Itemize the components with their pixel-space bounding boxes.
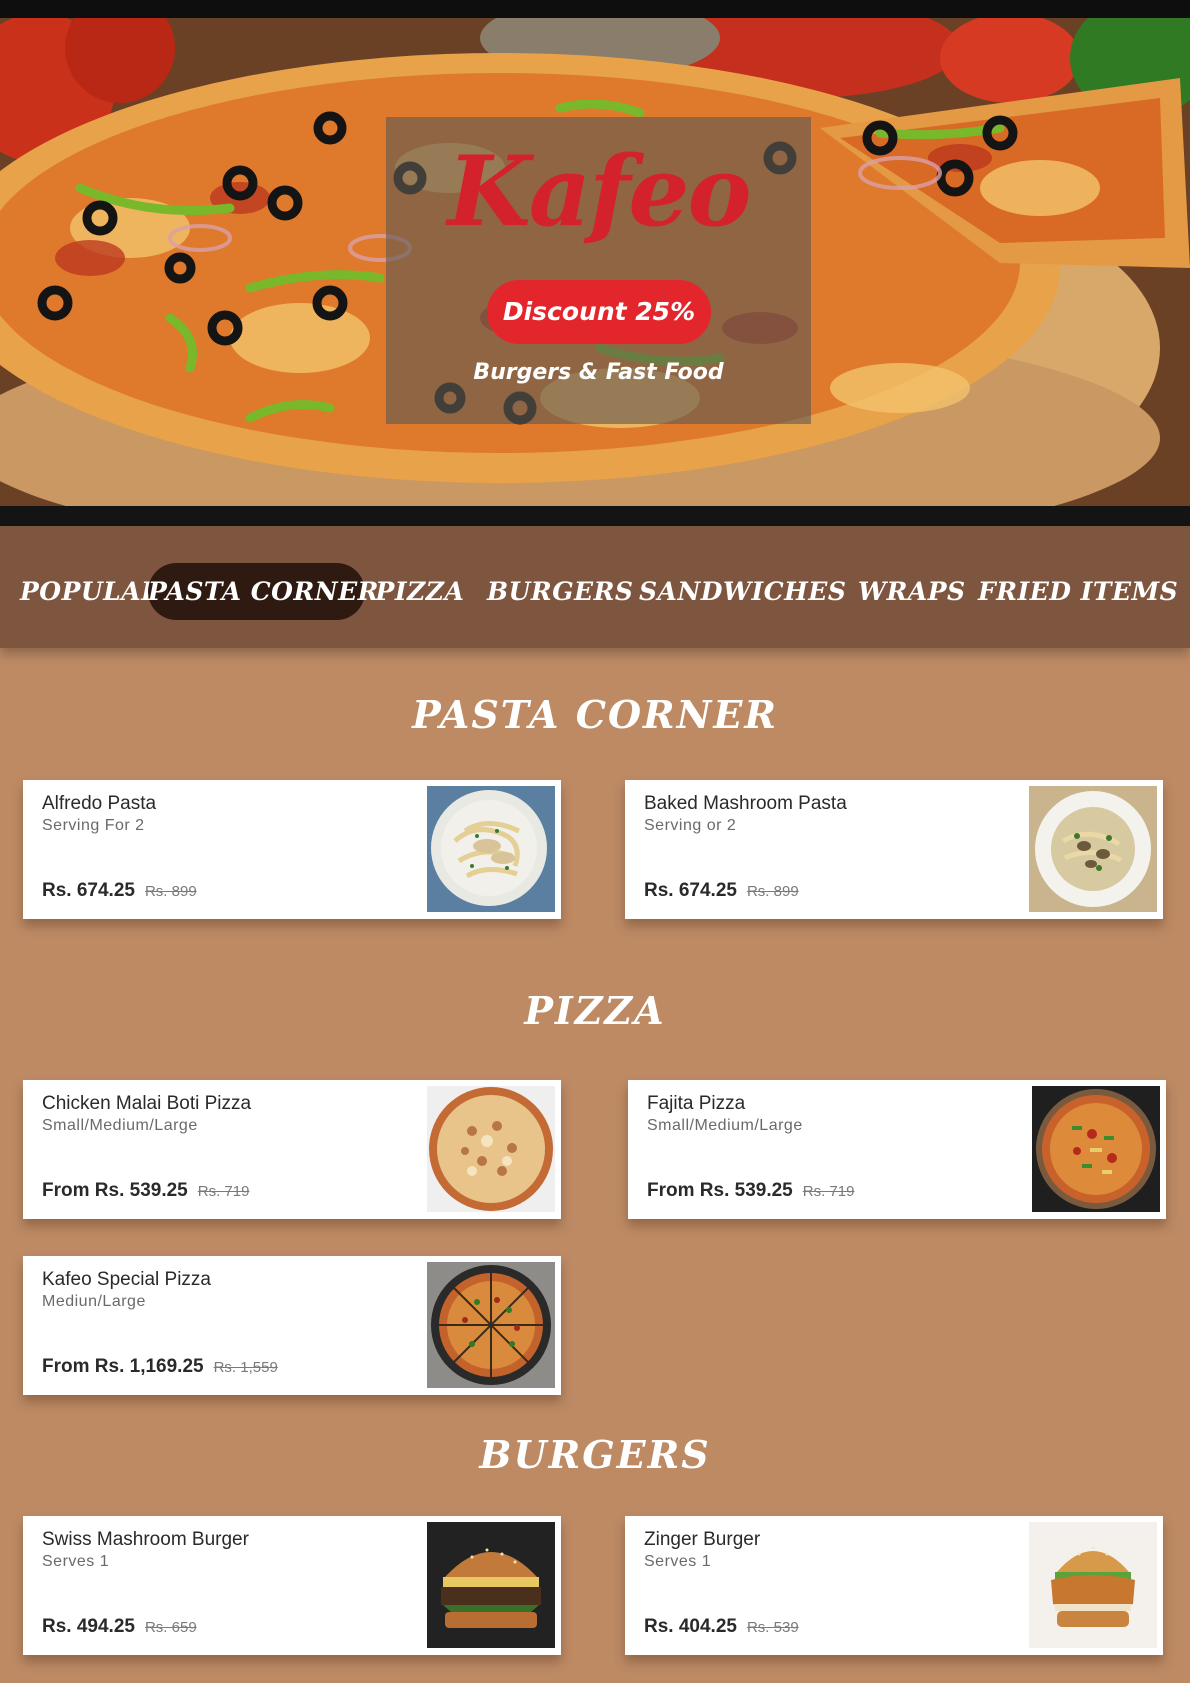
nav-tab-burgers[interactable]: BURGERS [487, 563, 633, 620]
hero-banner: Kafeo Discount 25% Burgers & Fast Food [0, 18, 1190, 506]
top-strip [0, 0, 1190, 18]
nav-tab-sandwiches[interactable]: SANDWICHES [639, 563, 846, 620]
item-current-price: Rs. 404.25 [644, 1616, 737, 1637]
item-original-price: Rs. 539 [746, 1619, 799, 1636]
item-serving: Small/Medium/Large [42, 1117, 198, 1134]
item-price: Rs. 494.25 Rs. 659 [42, 1616, 197, 1638]
item-serving: Serves 1 [644, 1553, 712, 1570]
item-name: Fajita Pizza [647, 1093, 746, 1114]
menu-item-card[interactable]: Chicken Malai Boti Pizza Small/Medium/La… [23, 1080, 561, 1219]
malai-boti-pizza-image [427, 1086, 555, 1212]
item-current-price: From Rs. 539.25 [647, 1180, 793, 1201]
menu-item-card[interactable]: Kafeo Special Pizza Mediun/Large From Rs… [23, 1256, 561, 1395]
section-title-pizza: PIZZA [524, 988, 666, 1033]
item-serving: Serving For 2 [42, 817, 145, 834]
mushroom-pasta-image [1029, 786, 1157, 912]
brand-logo: Kafeo [447, 135, 751, 248]
item-name: Zinger Burger [644, 1529, 761, 1550]
menu-item-card[interactable]: Swiss Mashroom Burger Serves 1 Rs. 494.2… [23, 1516, 561, 1655]
menu-item-card[interactable]: Fajita Pizza Small/Medium/Large From Rs.… [628, 1080, 1166, 1219]
item-original-price: Rs. 719 [197, 1183, 250, 1200]
item-original-price: Rs. 719 [802, 1183, 855, 1200]
item-name: Kafeo Special Pizza [42, 1269, 211, 1290]
item-name: Swiss Mashroom Burger [42, 1529, 249, 1550]
hero-overlay-box: Kafeo Discount 25% Burgers & Fast Food [386, 117, 811, 424]
menu-item-card[interactable]: Baked Mashroom Pasta Serving or 2 Rs. 67… [625, 780, 1163, 919]
item-price: Rs. 674.25 Rs. 899 [42, 880, 197, 902]
item-current-price: Rs. 674.25 [42, 880, 135, 901]
discount-badge[interactable]: Discount 25% [487, 280, 711, 344]
section-title-burgers: BURGERS [479, 1432, 711, 1477]
item-price: From Rs. 1,169.25 Rs. 1,559 [42, 1356, 278, 1378]
fajita-pizza-image [1032, 1086, 1160, 1212]
hero-tagline: Burgers & Fast Food [473, 360, 724, 385]
nav-tab-popular[interactable]: POPULAR [20, 563, 162, 620]
item-serving: Small/Medium/Large [647, 1117, 803, 1134]
hero-bottom-strip [0, 506, 1190, 526]
item-current-price: Rs. 494.25 [42, 1616, 135, 1637]
item-serving: Serves 1 [42, 1553, 110, 1570]
menu-item-card[interactable]: Alfredo Pasta Serving For 2 Rs. 674.25 Rs… [23, 780, 561, 919]
item-price: Rs. 404.25 Rs. 539 [644, 1616, 799, 1638]
item-serving: Mediun/Large [42, 1293, 146, 1310]
nav-tab-fried-items[interactable]: FRIED ITEMS [978, 563, 1178, 620]
nav-tab-pizza[interactable]: PIZZA [372, 563, 468, 620]
item-price: From Rs. 539.25 Rs. 719 [647, 1180, 854, 1202]
item-original-price: Rs. 899 [746, 883, 799, 900]
nav-tab-pasta-corner[interactable]: PASTA CORNER [148, 563, 378, 620]
section-title-pasta-corner: PASTA CORNER [412, 692, 778, 737]
item-serving: Serving or 2 [644, 817, 737, 834]
alfredo-pasta-image [427, 786, 555, 912]
special-pizza-image [427, 1262, 555, 1388]
item-original-price: Rs. 1,559 [213, 1359, 278, 1376]
item-price: From Rs. 539.25 Rs. 719 [42, 1180, 249, 1202]
item-name: Baked Mashroom Pasta [644, 793, 847, 814]
item-original-price: Rs. 659 [144, 1619, 197, 1636]
item-current-price: From Rs. 1,169.25 [42, 1356, 204, 1377]
menu-item-card[interactable]: Zinger Burger Serves 1 Rs. 404.25 Rs. 539 [625, 1516, 1163, 1655]
nav-tab-wraps[interactable]: WRAPS [858, 563, 965, 620]
item-current-price: From Rs. 539.25 [42, 1180, 188, 1201]
item-current-price: Rs. 674.25 [644, 880, 737, 901]
item-original-price: Rs. 899 [144, 883, 197, 900]
category-nav: POPULAR PASTA CORNER PIZZA BURGERS SANDW… [0, 526, 1190, 648]
zinger-burger-image [1029, 1522, 1157, 1648]
swiss-burger-image [427, 1522, 555, 1648]
item-name: Chicken Malai Boti Pizza [42, 1093, 252, 1114]
item-name: Alfredo Pasta [42, 793, 157, 814]
item-price: Rs. 674.25 Rs. 899 [644, 880, 799, 902]
